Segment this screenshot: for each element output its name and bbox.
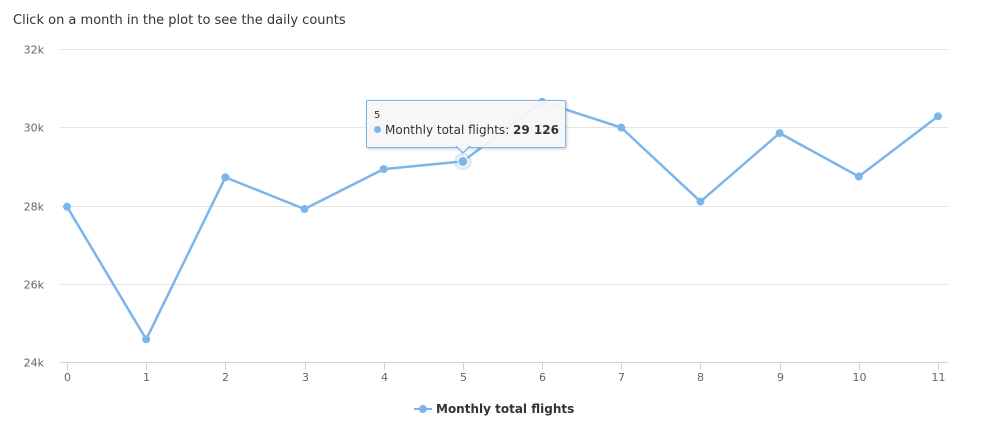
chart-container: Click on a month in the plot to see the … — [0, 0, 984, 429]
series-dot-icon — [374, 126, 381, 133]
legend-label: Monthly total flights — [436, 402, 575, 416]
y-tick-label: 32k — [24, 44, 45, 57]
data-point[interactable] — [379, 165, 388, 174]
y-tick-label: 30k — [24, 122, 45, 135]
tooltip-series-label: Monthly total flights: — [385, 123, 514, 137]
data-point[interactable] — [775, 129, 784, 138]
line-chart[interactable]: 24k 26k 28k 30k 32k 0 1 2 3 4 5 6 7 8 9 10 11 — [0, 0, 984, 429]
data-point[interactable] — [696, 197, 705, 206]
x-tick-label: 4 — [381, 371, 388, 384]
y-tick-label: 28k — [24, 201, 45, 214]
y-tick-label: 26k — [24, 279, 45, 292]
x-tick-label: 0 — [64, 371, 71, 384]
x-tick-label: 5 — [460, 371, 467, 384]
data-point[interactable] — [854, 172, 863, 181]
y-tick-label: 24k — [24, 357, 45, 370]
data-point[interactable] — [617, 123, 626, 132]
x-tick-label: 11 — [932, 371, 946, 384]
x-tick-label: 10 — [853, 371, 867, 384]
x-tick-label: 1 — [143, 371, 150, 384]
data-point[interactable] — [63, 202, 71, 211]
x-tick-label: 3 — [302, 371, 309, 384]
x-tick-label: 6 — [539, 371, 546, 384]
tooltip-value: 29 126 — [513, 123, 559, 137]
tooltip-arrow — [455, 145, 471, 154]
x-tick-label: 2 — [222, 371, 229, 384]
data-point[interactable] — [934, 112, 942, 121]
legend-item[interactable]: Monthly total flights — [414, 402, 574, 416]
legend-line-icon — [414, 403, 432, 415]
data-point[interactable] — [142, 335, 151, 344]
tooltip: 5 Monthly total flights: 29 126 — [366, 100, 566, 154]
data-point[interactable] — [221, 173, 230, 182]
data-point[interactable] — [457, 155, 469, 167]
x-tick-label: 8 — [697, 371, 704, 384]
tooltip-row: Monthly total flights: 29 126 — [374, 123, 559, 137]
data-point[interactable] — [300, 205, 309, 214]
x-tick-label: 9 — [777, 371, 784, 384]
tooltip-header: 5 — [374, 110, 381, 121]
x-tick-label: 7 — [618, 371, 625, 384]
